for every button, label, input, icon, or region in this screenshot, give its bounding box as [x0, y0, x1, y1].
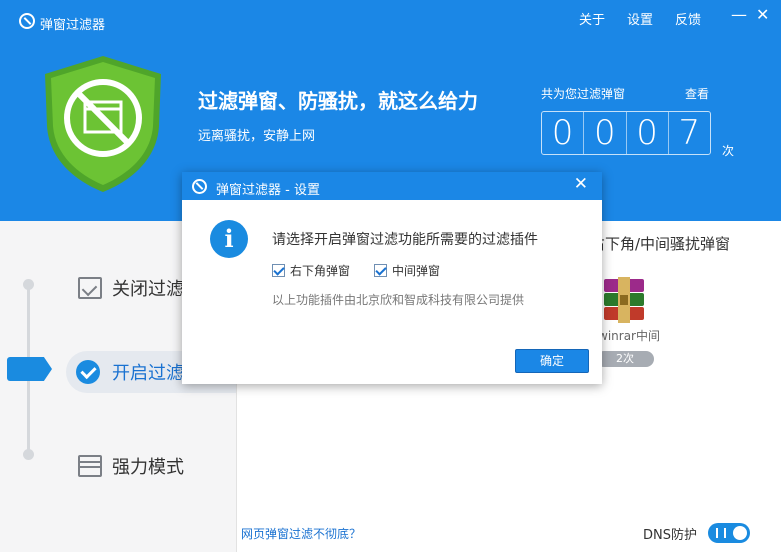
option-center[interactable]: 中间弹窗 [374, 262, 440, 279]
mode-slider-dot[interactable] [23, 279, 34, 290]
mode-strong-label: 强力模式 [112, 457, 184, 478]
option-center-label: 中间弹窗 [392, 264, 441, 278]
view-link[interactable]: 查看 [685, 85, 709, 102]
dns-label: DNS防护 [643, 528, 697, 543]
mode-off-option[interactable]: 关闭过滤 [78, 275, 184, 301]
window-icon [78, 455, 102, 477]
option-bottom-right[interactable]: 右下角弹窗 [272, 262, 350, 279]
dialog-close-button[interactable]: ✕ [574, 176, 588, 193]
checkbox-center[interactable] [374, 264, 387, 277]
app-logo-icon [19, 13, 35, 29]
mode-slider-handle[interactable] [7, 357, 52, 381]
mode-slider-dot[interactable] [23, 449, 34, 460]
app-count-badge: 2次 [596, 351, 654, 367]
counter-digit: 0 [542, 112, 585, 154]
dialog-title-bar[interactable]: 弹窗过滤器 - 设置 ✕ [182, 172, 602, 200]
toggle-knob [733, 526, 747, 540]
count-unit: 次 [722, 144, 735, 158]
settings-dialog: 弹窗过滤器 - 设置 ✕ i 请选择开启弹窗过滤功能所需要的过滤插件 右下角弹窗… [182, 172, 602, 384]
dialog-message: 请选择开启弹窗过滤功能所需要的过滤插件 [272, 232, 538, 248]
dns-toggle[interactable] [708, 523, 750, 543]
option-bottom-right-label: 右下角弹窗 [290, 264, 351, 278]
ok-button[interactable]: 确定 [515, 349, 589, 373]
app-logo-icon [192, 179, 207, 194]
about-link[interactable]: 关于 [579, 9, 605, 28]
counter-digit: 0 [627, 112, 669, 154]
minimize-button[interactable]: — [731, 7, 747, 23]
info-icon: i [210, 220, 248, 258]
winrar-icon[interactable] [600, 277, 648, 323]
help-link[interactable]: 网页弹窗过滤不彻底？ [241, 525, 361, 542]
headline: 过滤弹窗、防骚扰，就这么给力 [198, 89, 478, 113]
shield-icon [45, 56, 161, 192]
close-button[interactable]: ✕ [756, 7, 769, 23]
right-panel-title: 右下角/中间骚扰弹窗 [590, 235, 731, 253]
check-circle-icon [76, 360, 100, 384]
mode-off-label: 关闭过滤 [112, 279, 184, 300]
mode-strong-option[interactable]: 强力模式 [78, 453, 184, 479]
app-name: winrar中间 [598, 329, 660, 343]
checkbox-bottom-right[interactable] [272, 264, 285, 277]
feedback-link[interactable]: 反馈 [675, 9, 701, 28]
toggle-grip-icon [716, 528, 726, 538]
app-title: 弹窗过滤器 [40, 18, 106, 33]
filter-counter: 0 0 0 7 [541, 111, 711, 155]
counter-digit: 0 [584, 112, 627, 154]
settings-link[interactable]: 设置 [627, 9, 653, 28]
checklist-icon [78, 277, 102, 299]
subline: 远离骚扰，安静上网 [198, 129, 316, 144]
dialog-title: 弹窗过滤器 - 设置 [216, 183, 320, 198]
counter-digit: 7 [678, 113, 701, 153]
filter-count-label: 共为您过滤弹窗 [541, 87, 626, 101]
provider-note: 以上功能插件由北京欣和智成科技有限公司提供 [272, 293, 525, 307]
mode-on-label: 开启过滤 [112, 363, 184, 384]
